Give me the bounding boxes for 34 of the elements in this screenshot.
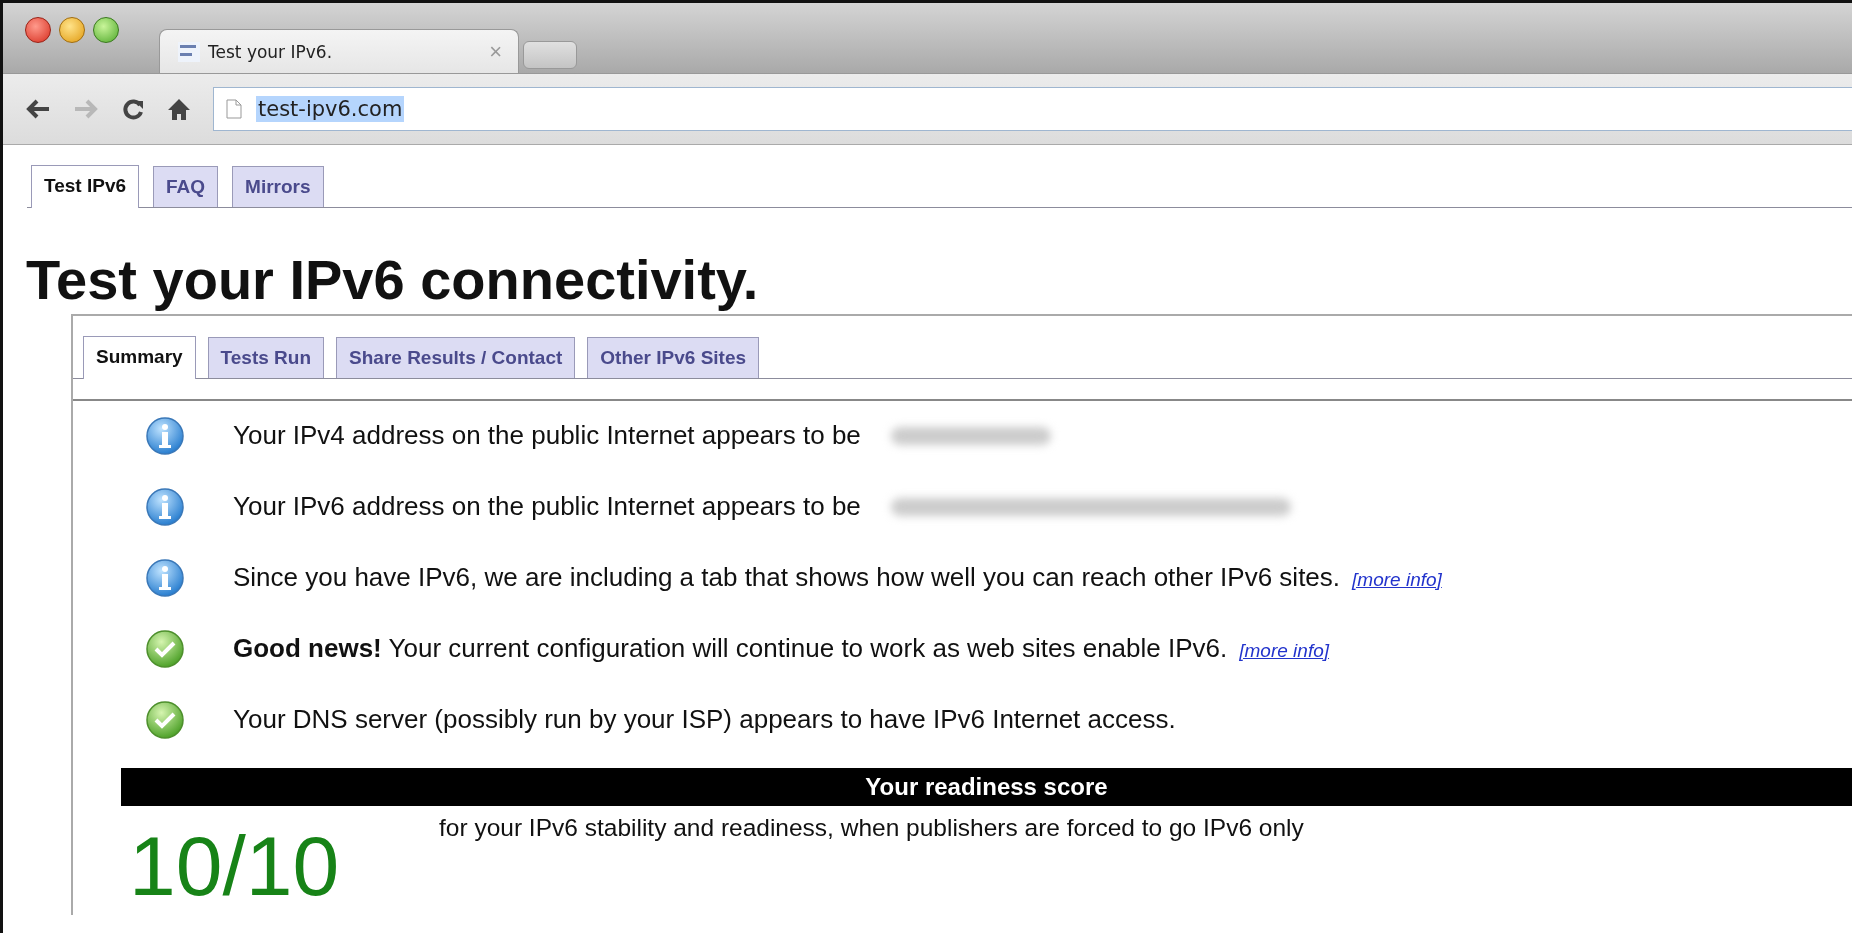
back-icon[interactable] xyxy=(25,98,51,120)
browser-tab[interactable]: Test your IPv6. × xyxy=(159,29,519,73)
panel-tab[interactable]: Other IPv6 Sites xyxy=(587,337,760,378)
favicon-icon xyxy=(178,41,200,62)
site-tab[interactable]: Mirrors xyxy=(232,166,324,207)
result-text: Good news! Your current configuration will continue to work as web sites enable IPv6. [more info] xyxy=(233,633,1330,664)
panel-tab[interactable]: Tests Run xyxy=(207,337,325,378)
result-text: Your IPv4 address on the public Internet appears to be xyxy=(233,420,861,451)
more-info-link[interactable]: [more info] xyxy=(1352,569,1442,590)
score-value: 10/10 xyxy=(129,818,341,915)
page-icon xyxy=(226,99,242,119)
score-description: for your IPv6 stability and readiness, when publishers are forced to go IPv6 only xyxy=(439,814,1304,842)
check-icon xyxy=(145,699,185,740)
check-icon xyxy=(145,628,185,669)
panel-tab[interactable]: Share Results / Contact xyxy=(336,337,576,378)
result-text: Your DNS server (possibly run by your ISP) appears to have IPv6 Internet access. xyxy=(233,704,1176,735)
home-icon[interactable] xyxy=(167,97,191,121)
info-icon xyxy=(145,415,185,456)
url-text: test-ipv6.com xyxy=(256,96,405,122)
score-title: Your readiness score xyxy=(121,768,1852,806)
site-tab[interactable]: Test IPv6 xyxy=(31,165,140,208)
info-icon xyxy=(145,486,185,527)
panel-tab[interactable]: Summary xyxy=(83,336,196,379)
zoom-window-icon[interactable] xyxy=(93,17,119,43)
reload-icon[interactable] xyxy=(121,97,145,121)
close-window-icon[interactable] xyxy=(25,17,51,43)
address-bar[interactable]: test-ipv6.com xyxy=(213,87,1852,131)
minimize-window-icon[interactable] xyxy=(59,17,85,43)
site-tab[interactable]: FAQ xyxy=(153,166,219,207)
tab-title: Test your IPv6. xyxy=(208,41,334,62)
result-text: Your IPv6 address on the public Internet appears to be xyxy=(233,491,861,522)
result-text: Since you have IPv6, we are including a tab that shows how well you can reach other IPv6 sites. [more info] xyxy=(233,562,1442,593)
more-info-link[interactable]: [more info] xyxy=(1239,640,1330,661)
info-icon xyxy=(145,557,185,598)
